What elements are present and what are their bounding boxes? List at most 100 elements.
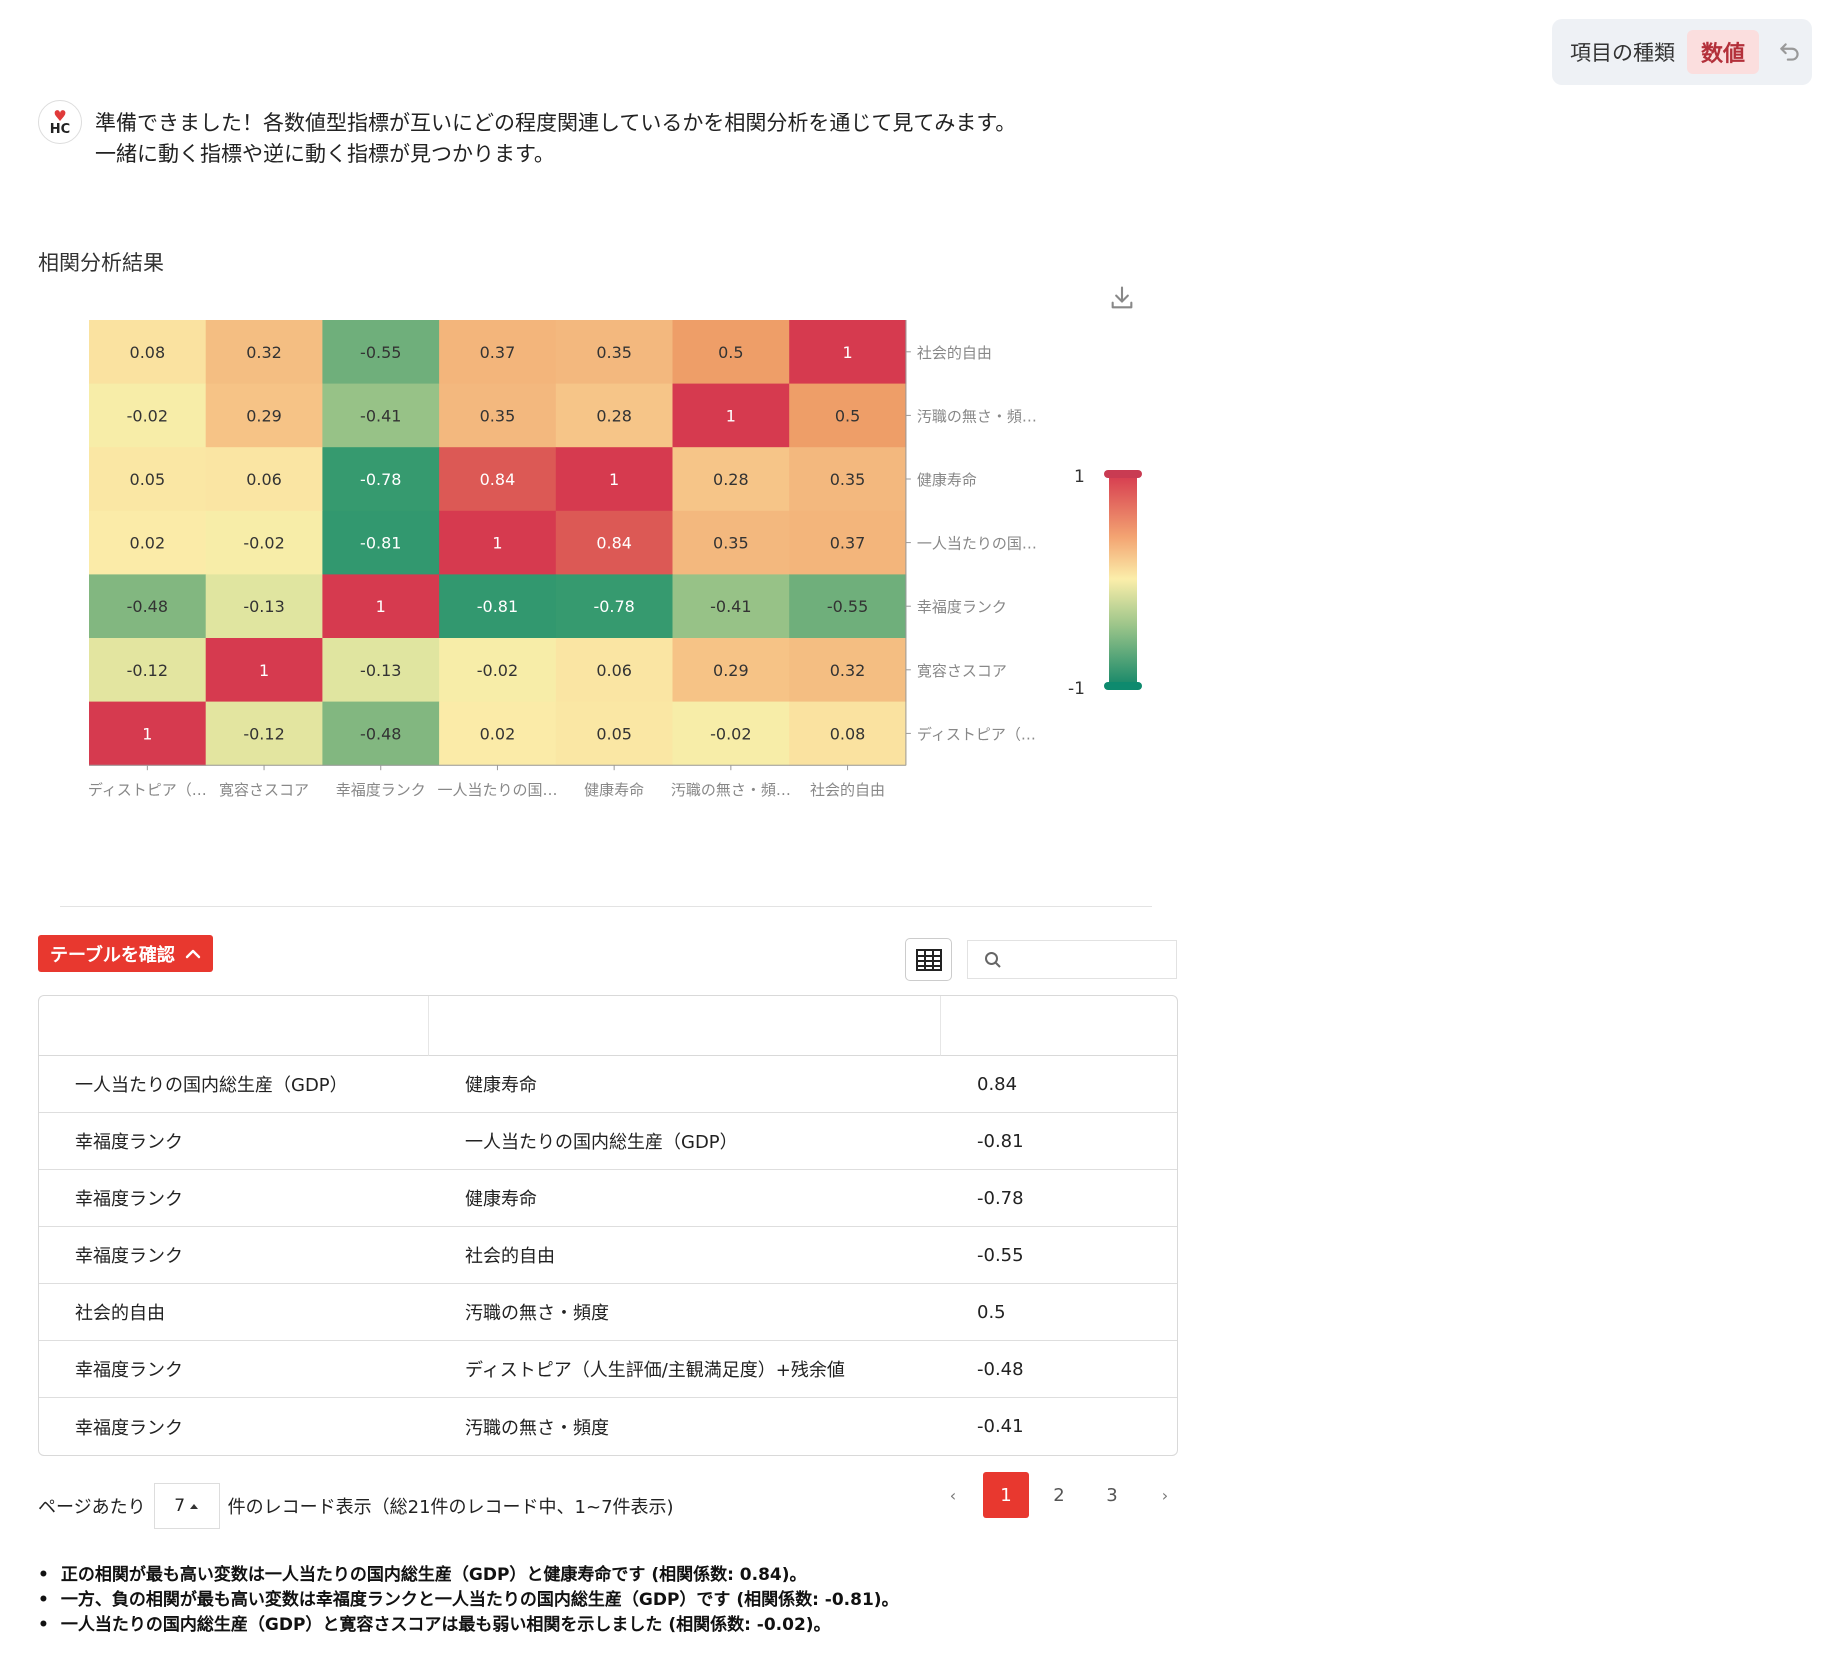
- page-button-3[interactable]: 3: [1089, 1472, 1135, 1518]
- heatmap-cell-label: 0.35: [830, 470, 866, 489]
- next-page-button[interactable]: ›: [1142, 1472, 1188, 1518]
- heatmap-cell-label: 0.84: [480, 470, 516, 489]
- heatmap-cell-label: -0.02: [243, 534, 284, 553]
- heatmap-cell-label: -0.78: [593, 597, 634, 616]
- heatmap-cell-label: 1: [142, 724, 152, 743]
- heatmap-y-tick-label: 一人当たりの国…: [917, 535, 1037, 553]
- table-cell: 幸福度ランク: [39, 1113, 429, 1170]
- table-cell: 幸福度ランク: [39, 1227, 429, 1284]
- table-toggle-button[interactable]: テーブルを確認: [38, 935, 213, 972]
- divider: [60, 906, 1152, 907]
- insight-item: 一人当たりの国内総生産（GDP）と寛容さスコアは最も弱い相関を示しました (相関…: [38, 1613, 899, 1638]
- table-cell: 健康寿命: [429, 1170, 941, 1227]
- per-page-prefix: ページあたり: [38, 1497, 146, 1518]
- heatmap-y-tick-label: 汚職の無さ・頻…: [917, 407, 1037, 425]
- heatmap-cell-label: 0.29: [713, 661, 749, 680]
- table-toggle-label: テーブルを確認: [50, 944, 175, 965]
- table-cell: 0.84: [941, 1056, 1177, 1113]
- heatmap-cell-label: 0.5: [718, 343, 743, 362]
- heatmap-cell-label: -0.41: [360, 406, 401, 425]
- heatmap-cell-label: 0.06: [246, 470, 282, 489]
- heatmap-cell-label: 0.32: [830, 661, 866, 680]
- insights-list: 正の相関が最も高い変数は一人当たりの国内総生産（GDP）と健康寿命です (相関係…: [38, 1563, 899, 1638]
- chevron-up-icon: [185, 949, 201, 958]
- heatmap-cell-label: -0.13: [243, 597, 284, 616]
- pagination-info: ページあたり 7 件のレコード表示（総21件のレコード中、1~7件表示): [38, 1483, 674, 1529]
- table-cell: 一人当たりの国内総生産（GDP）: [429, 1113, 941, 1170]
- heatmap-cell-label: 1: [376, 597, 386, 616]
- heatmap-cell-label: 0.02: [480, 724, 516, 743]
- heatmap-x-tick-label: ディストピア（…: [88, 781, 207, 799]
- page-button-2[interactable]: 2: [1036, 1472, 1082, 1518]
- table-cell: 0.5: [941, 1284, 1177, 1341]
- table-cell: 社会的自由: [429, 1227, 941, 1284]
- heatmap-cell-label: 0.37: [480, 343, 516, 362]
- heatmap-cell-label: -0.41: [710, 597, 751, 616]
- heatmap-cell-label: 0.28: [596, 406, 632, 425]
- table-cell: 社会的自由: [39, 1284, 429, 1341]
- table-row: 幸福度ランク 社会的自由 -0.55: [39, 1227, 1177, 1284]
- table-header-col-3[interactable]: [941, 996, 1177, 1056]
- heatmap-cell-label: -0.48: [127, 597, 168, 616]
- table-cell: 汚職の無さ・頻度: [429, 1284, 941, 1341]
- legend-cap-top: [1104, 470, 1142, 478]
- table-row: 幸福度ランク 一人当たりの国内総生産（GDP） -0.81: [39, 1113, 1177, 1170]
- pagination: ‹ 1 2 3 ›: [930, 1472, 1195, 1518]
- per-page-suffix: 件のレコード表示（総21件のレコード中、1~7件表示): [227, 1497, 674, 1518]
- item-type-label: 項目の種類: [1570, 41, 1675, 65]
- table-cell: -0.48: [941, 1341, 1177, 1398]
- heatmap-cell-label: 0.35: [596, 343, 632, 362]
- correlation-table: 一人当たりの国内総生産（GDP） 健康寿命 0.84 幸福度ランク 一人当たりの国内総生…: [38, 995, 1178, 1456]
- heatmap-x-tick-label: 一人当たりの国…: [437, 781, 557, 799]
- heatmap-cell-label: -0.55: [360, 343, 401, 362]
- heatmap-y-tick-label: 幸福度ランク: [917, 598, 1007, 616]
- heatmap-cell-label: 0.37: [830, 534, 866, 553]
- table-header-col-1[interactable]: [39, 996, 429, 1056]
- heatmap-cell-label: -0.55: [827, 597, 868, 616]
- table-row: 社会的自由 汚職の無さ・頻度 0.5: [39, 1284, 1177, 1341]
- heatmap-x-tick-label: 寛容さスコア: [219, 781, 309, 799]
- heatmap-cell-label: -0.48: [360, 724, 401, 743]
- heatmap-cell-label: 0.35: [480, 406, 516, 425]
- legend-min-label: -1: [1068, 679, 1085, 699]
- legend-bar: [1109, 474, 1137, 684]
- undo-icon[interactable]: [1777, 39, 1803, 65]
- heatmap-cell-label: -0.02: [477, 661, 518, 680]
- page-button-1[interactable]: 1: [983, 1472, 1029, 1518]
- item-type-box: 項目の種類 数値: [1552, 19, 1812, 85]
- heatmap-cell-label: 0.5: [835, 406, 860, 425]
- table-cell: 幸福度ランク: [75, 1417, 183, 1439]
- heatmap-cell-label: -0.81: [360, 534, 401, 553]
- legend-cap-bottom: [1104, 682, 1142, 690]
- table-cell: 幸福度ランク: [39, 1170, 429, 1227]
- search-icon: [985, 951, 1001, 968]
- heatmap-cell-label: -0.12: [243, 724, 284, 743]
- color-legend: 1 -1: [1068, 467, 1142, 699]
- heatmap-y-tick-label: 健康寿命: [917, 471, 977, 489]
- heatmap-cell-label: -0.78: [360, 470, 401, 489]
- heatmap-cell-label: 0.08: [130, 343, 166, 362]
- heatmap-cell-label: 0.29: [246, 406, 282, 425]
- heatmap-cell-label: 0.02: [130, 534, 166, 553]
- prev-page-button[interactable]: ‹: [930, 1472, 976, 1518]
- heatmap-y-tick-label: 社会的自由: [917, 344, 992, 362]
- heatmap-cell-label: -0.13: [360, 661, 401, 680]
- table-cell: 汚職の無さ・頻度: [465, 1417, 609, 1439]
- insight-item: 正の相関が最も高い変数は一人当たりの国内総生産（GDP）と健康寿命です (相関係…: [38, 1563, 899, 1588]
- table-row: 幸福度ランク ディストピア（人生評価/主観満足度）+残余値 -0.48: [39, 1341, 1177, 1398]
- heatmap-cell-label: -0.02: [710, 724, 751, 743]
- table-cell: 幸福度ランク: [39, 1341, 429, 1398]
- search-input[interactable]: [1010, 950, 1170, 969]
- heatmap-cell-label: 1: [842, 343, 852, 362]
- table-cell: 一人当たりの国内総生産（GDP）: [39, 1056, 429, 1113]
- table-header-col-2[interactable]: [429, 996, 941, 1056]
- heatmap-y-tick-label: ディストピア（…: [917, 725, 1036, 743]
- item-type-badge[interactable]: 数値: [1687, 30, 1760, 74]
- table-cell: -0.41: [977, 1416, 1024, 1437]
- table-cell: -0.78: [941, 1170, 1177, 1227]
- table-cell: 健康寿命: [429, 1056, 941, 1113]
- table-search[interactable]: [967, 940, 1177, 979]
- table-view-button[interactable]: [905, 938, 952, 981]
- per-page-select[interactable]: 7: [153, 1483, 220, 1529]
- heatmap-cell-label: 0.05: [596, 724, 632, 743]
